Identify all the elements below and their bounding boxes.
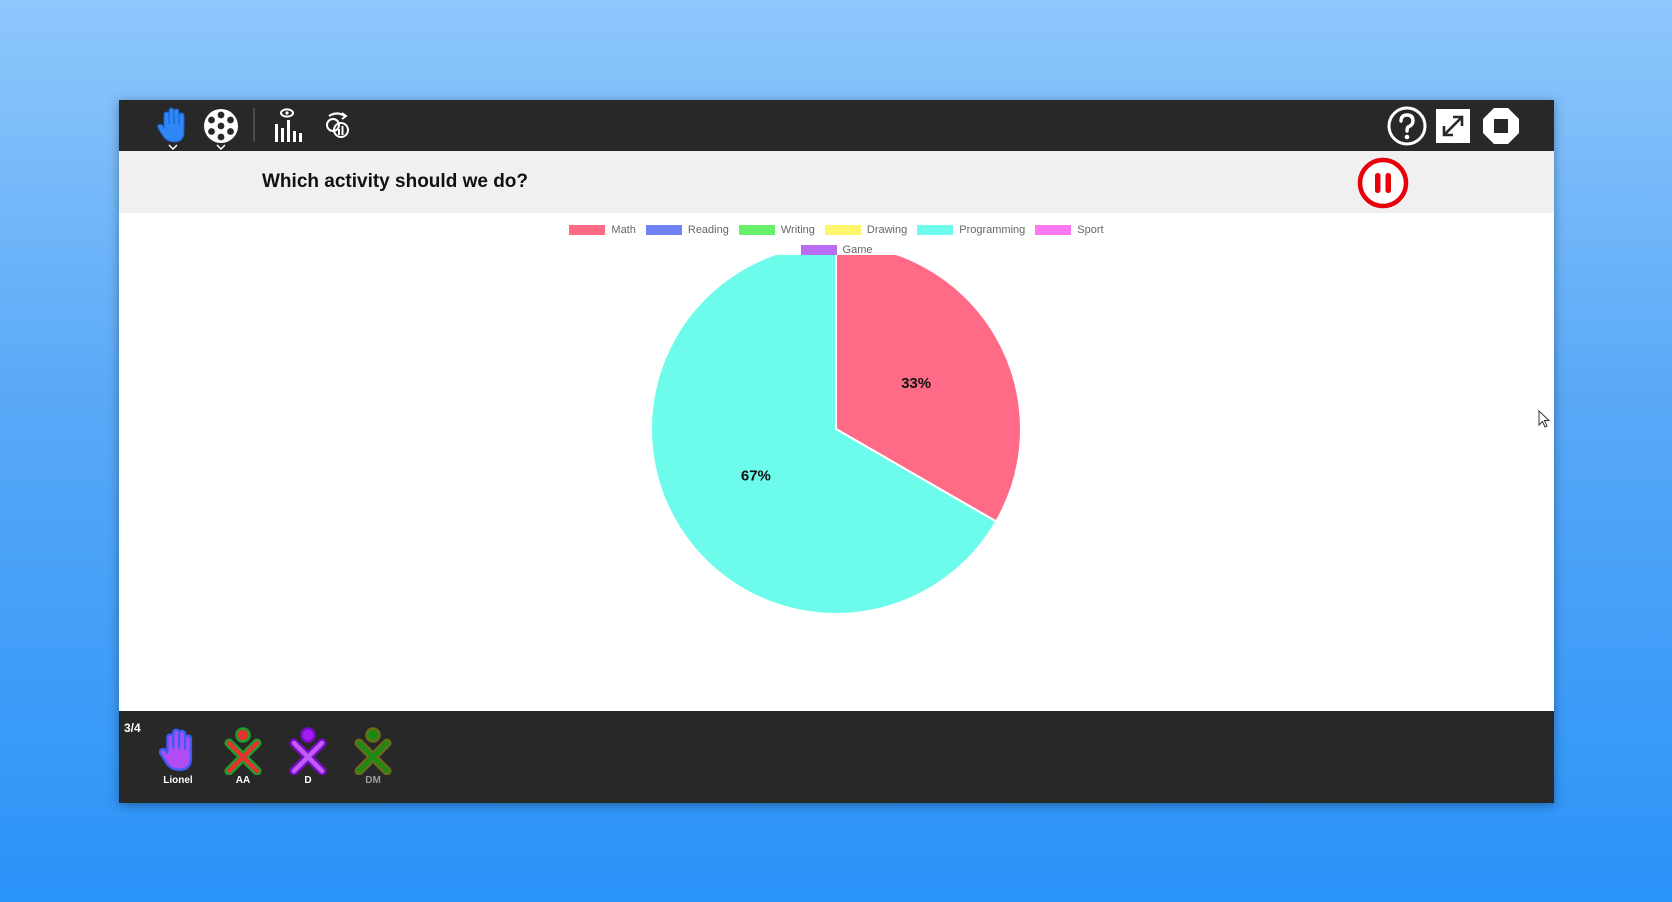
legend-swatch [917, 225, 954, 235]
legend-swatch [569, 225, 606, 235]
legend-label: Writing [780, 224, 815, 236]
help-button[interactable] [1385, 104, 1429, 148]
user-dm[interactable]: DM [343, 727, 403, 786]
user-lionel[interactable]: Lionel [148, 727, 208, 786]
legend-swatch [1035, 225, 1072, 235]
pie-label: 33% [901, 375, 931, 392]
toolbar [119, 100, 1554, 151]
legend-item[interactable]: Drawing [824, 224, 908, 236]
legend-item[interactable]: Programming [917, 224, 1025, 236]
pause-button[interactable] [1357, 157, 1409, 209]
xo-icon [289, 727, 327, 775]
chevron-down-icon [216, 144, 226, 150]
pie-chart: 33% 67% [650, 255, 1022, 615]
legend-label: Reading [687, 224, 729, 236]
xo-icon [224, 727, 262, 775]
legend-swatch [824, 225, 861, 235]
legend-label: Math [611, 224, 636, 236]
fullscreen-button[interactable] [1431, 104, 1475, 148]
legend-label: Drawing [866, 224, 908, 236]
user-aa[interactable]: AA [213, 727, 273, 786]
app-window: Which activity should we do? Math Reading… [119, 100, 1554, 803]
chart-eye-icon [275, 108, 302, 142]
user-name: Lionel [163, 775, 193, 786]
activity-hand-button[interactable] [151, 104, 195, 150]
user-name: AA [235, 775, 251, 786]
question-bar: Which activity should we do? [119, 151, 1554, 213]
stop-icon [1483, 108, 1519, 144]
hand-icon [158, 728, 193, 772]
help-icon [1387, 106, 1427, 146]
legend-item[interactable]: Math [569, 224, 636, 236]
toolbar-divider [253, 108, 255, 142]
legend-swatch [800, 245, 837, 255]
pause-icon [1357, 157, 1409, 209]
hand-icon [157, 107, 185, 143]
legend-item[interactable]: Sport [1035, 224, 1104, 236]
user-d[interactable]: D [278, 727, 338, 786]
chevron-down-icon [168, 144, 178, 150]
legend-swatch [738, 225, 775, 235]
legend-item[interactable]: Reading [645, 224, 729, 236]
fullscreen-icon [1436, 109, 1470, 143]
user-count: 3/4 [124, 721, 141, 735]
user-bar: 3/4 Lionel AA D DM [119, 711, 1554, 803]
xo-icon [354, 727, 392, 775]
legend-swatch [645, 225, 682, 235]
stop-button[interactable] [1479, 104, 1523, 148]
view-results-button[interactable] [265, 104, 309, 148]
palette-icon [204, 109, 238, 143]
legend-row: Math Reading Writing Drawing Programming Spor… [119, 220, 1554, 240]
pie-label: 67% [741, 467, 771, 484]
legend-item[interactable]: Writing [738, 224, 815, 236]
user-name: DM [365, 775, 381, 786]
question-title: Which activity should we do? [262, 171, 529, 192]
mouse-cursor-icon [1538, 410, 1551, 428]
chart-legend: Math Reading Writing Drawing Programming Spor… [119, 220, 1554, 260]
user-name: D [304, 775, 312, 786]
palette-button[interactable] [199, 104, 243, 150]
sync-icon [326, 112, 349, 138]
legend-label: Programming [959, 224, 1026, 236]
sync-button[interactable] [315, 104, 359, 148]
legend-label: Sport [1077, 224, 1104, 236]
